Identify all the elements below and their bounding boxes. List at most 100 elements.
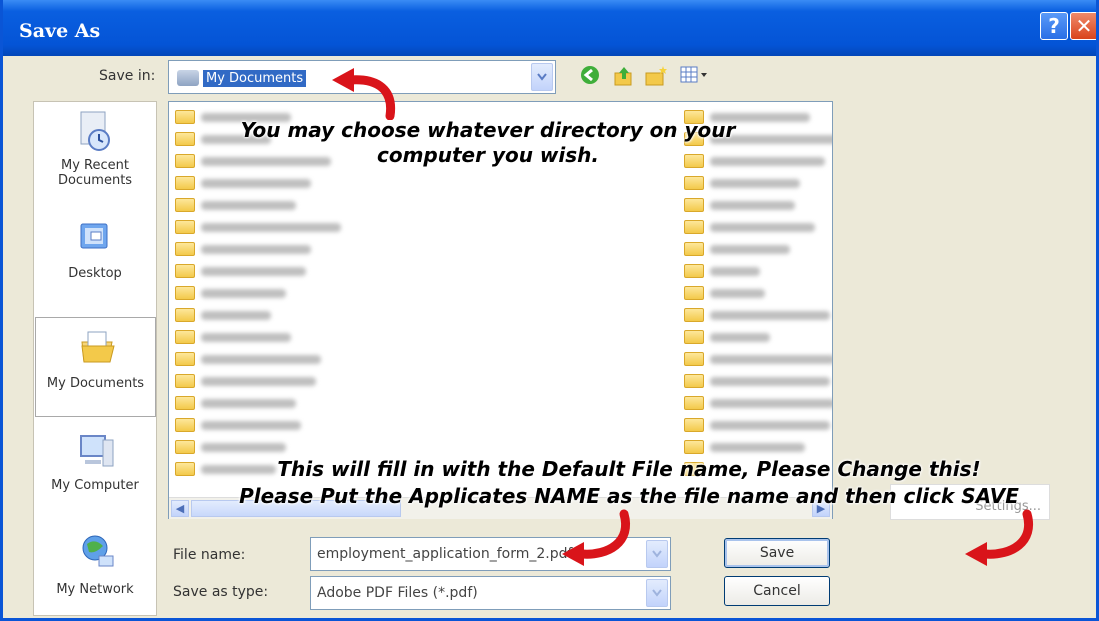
places-label-desktop: Desktop (68, 266, 122, 281)
filename-annotation-line2: Please Put the Applicates NAME as the fi… (239, 484, 1019, 508)
folder-name-blurred (201, 178, 311, 188)
folder-name-blurred (710, 420, 830, 430)
folder-icon (175, 330, 195, 344)
places-label-my-network: My Network (56, 582, 134, 597)
folder-item[interactable] (684, 282, 765, 304)
filename-annotation: This will fill in with the Default File … (189, 456, 1069, 510)
folder-item[interactable] (175, 282, 286, 304)
folder-icon (684, 352, 704, 366)
close-button[interactable]: ✕ (1070, 12, 1096, 40)
folder-name-blurred (710, 310, 830, 320)
folder-name-blurred (710, 288, 765, 298)
my-documents-small-icon (177, 70, 199, 86)
places-item-recent-documents[interactable]: My Recent Documents (34, 110, 156, 206)
folder-icon (175, 242, 195, 256)
folder-name-blurred (201, 354, 321, 364)
folder-item[interactable] (175, 326, 291, 348)
folder-icon (175, 132, 195, 146)
folder-item[interactable] (684, 436, 805, 458)
folder-name-blurred (710, 332, 770, 342)
folder-item[interactable] (684, 216, 815, 238)
folder-icon (175, 110, 195, 124)
folder-name-blurred (710, 266, 760, 276)
folder-icon (684, 440, 704, 454)
file-name-label: File name: (173, 547, 246, 563)
folder-item[interactable] (175, 304, 271, 326)
places-item-my-network[interactable]: My Network (34, 532, 156, 612)
folder-item[interactable] (175, 260, 306, 282)
back-icon[interactable] (579, 64, 601, 91)
folder-name-blurred (710, 222, 815, 232)
save-as-type-value: Adobe PDF Files (*.pdf) (317, 585, 478, 601)
save-as-type-label: Save as type: (173, 584, 269, 600)
folder-item[interactable] (684, 414, 830, 436)
directory-annotation-line1: You may choose whatever directory on you… (240, 118, 736, 142)
save-as-type-dropdown[interactable]: Adobe PDF Files (*.pdf) (310, 576, 671, 610)
cancel-button[interactable]: Cancel (724, 576, 830, 606)
chevron-down-icon[interactable] (531, 63, 553, 91)
folder-item[interactable] (175, 436, 286, 458)
filename-annotation-line1: This will fill in with the Default File … (277, 457, 981, 481)
up-folder-icon[interactable] (612, 64, 636, 93)
places-label-recent: My Recent Documents (57, 158, 133, 188)
places-label-my-documents: My Documents (46, 376, 145, 391)
folder-item[interactable] (684, 172, 800, 194)
folder-item[interactable] (175, 172, 311, 194)
dialog-title: Save As (19, 20, 101, 42)
folder-icon (175, 308, 195, 322)
folder-item[interactable] (175, 194, 296, 216)
save-button[interactable]: Save (724, 538, 830, 568)
folder-item[interactable] (175, 392, 296, 414)
views-menu-icon[interactable] (679, 64, 709, 91)
places-item-desktop[interactable]: Desktop (34, 220, 156, 300)
scroll-left-icon[interactable]: ◀ (171, 500, 189, 517)
folder-item[interactable] (684, 370, 830, 392)
places-label-my-computer: My Computer (51, 478, 139, 493)
folder-name-blurred (201, 332, 291, 342)
my-documents-icon (78, 328, 115, 364)
folder-item[interactable] (175, 216, 341, 238)
file-name-value[interactable]: employment_application_form_2.pdf (317, 546, 572, 562)
folder-name-blurred (710, 442, 805, 452)
folder-item[interactable] (175, 414, 301, 436)
folder-icon (684, 374, 704, 388)
folder-item[interactable] (175, 238, 311, 260)
title-bar[interactable]: Save As ? ✕ (3, 0, 1096, 56)
directory-annotation: You may choose whatever directory on you… (203, 118, 773, 168)
folder-item[interactable] (684, 194, 795, 216)
new-folder-icon[interactable] (644, 64, 668, 93)
folder-icon (684, 396, 704, 410)
folder-item[interactable] (684, 348, 832, 370)
folder-item[interactable] (684, 392, 832, 414)
folder-icon (684, 418, 704, 432)
places-bar: My Recent Documents Desktop My Documents… (33, 101, 157, 616)
folder-item[interactable] (684, 326, 770, 348)
folder-icon (684, 308, 704, 322)
chevron-down-icon[interactable] (646, 579, 668, 607)
folder-item[interactable] (684, 260, 760, 282)
folder-icon (175, 220, 195, 234)
red-arrow-icon (562, 509, 630, 566)
save-in-label: Save in: (99, 68, 156, 84)
folder-name-blurred (201, 266, 306, 276)
places-item-my-computer[interactable]: My Computer (34, 432, 156, 512)
folder-name-blurred (201, 420, 301, 430)
folder-icon (175, 374, 195, 388)
folder-item[interactable] (175, 348, 321, 370)
my-network-icon (77, 532, 114, 568)
folder-item[interactable] (684, 304, 830, 326)
folder-item[interactable] (684, 238, 790, 260)
folder-name-blurred (201, 442, 286, 452)
folder-name-blurred (710, 200, 795, 210)
help-button[interactable]: ? (1040, 12, 1068, 40)
chevron-down-icon[interactable] (646, 540, 668, 568)
folder-item[interactable] (175, 370, 316, 392)
folder-name-blurred (201, 310, 271, 320)
folder-name-blurred (201, 200, 296, 210)
folder-name-blurred (201, 244, 311, 254)
folder-name-blurred (710, 376, 830, 386)
folder-icon (684, 220, 704, 234)
places-item-my-documents[interactable]: My Documents (35, 317, 156, 417)
folder-icon (175, 264, 195, 278)
save-in-value: My Documents (203, 69, 307, 87)
